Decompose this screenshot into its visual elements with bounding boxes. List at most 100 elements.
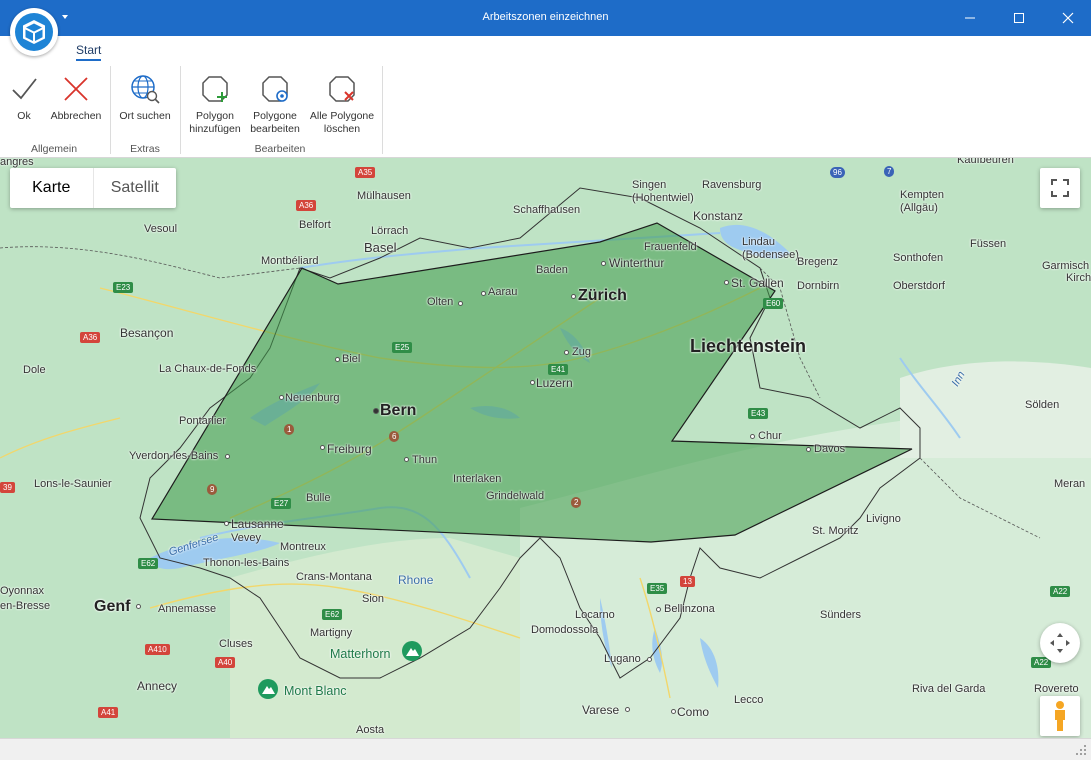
- checkmark-icon: [9, 74, 39, 104]
- map-label: Sonthofen: [893, 252, 944, 264]
- map-type-control: Karte Satellit: [10, 168, 176, 208]
- map-label: Genf: [94, 598, 131, 615]
- map-label: Lecco: [734, 694, 764, 706]
- road-shield: A35: [355, 167, 376, 178]
- map-label: Interlaken: [453, 473, 502, 485]
- title-bar: Arbeitszonen einzeichnen: [0, 0, 1091, 36]
- abbrechen-label: Abbrechen: [50, 110, 102, 122]
- fullscreen-button[interactable]: [1040, 168, 1080, 208]
- quick-access-dropdown-icon[interactable]: [60, 12, 70, 22]
- group-bearbeiten-label: Bearbeiten: [254, 143, 306, 155]
- map-type-karte-button[interactable]: Karte: [10, 168, 94, 208]
- city-marker: [647, 657, 652, 662]
- map-label: Annecy: [137, 679, 178, 693]
- map-label: Lons-le-Saunier: [34, 478, 112, 490]
- city-marker: [458, 301, 463, 306]
- map-label: Schaffhausen: [513, 204, 581, 216]
- maximize-icon: [1014, 13, 1024, 23]
- city-marker: [225, 454, 230, 459]
- map-label: Thonon-les-Bains: [203, 557, 290, 569]
- map-label: en-Bresse: [0, 600, 51, 612]
- camera-control-button[interactable]: [1040, 623, 1080, 663]
- road-shield: 39: [0, 482, 15, 493]
- city-marker: [404, 457, 409, 462]
- app-logo[interactable]: [10, 8, 58, 56]
- polygon-hinzufuegen-button[interactable]: Polygon hinzufügen: [186, 74, 244, 136]
- map-label: Zürich: [578, 287, 627, 304]
- mountain-peak-icon: [258, 679, 278, 699]
- city-marker: [136, 604, 141, 609]
- city-marker: [320, 445, 325, 450]
- map-view[interactable]: Mülhausen Belfort Vesoul Montbéliard Lör…: [0, 158, 1091, 738]
- road-shield: A36: [296, 200, 317, 211]
- map-label: Zug: [572, 346, 591, 358]
- city-marker: [750, 434, 755, 439]
- map-label: Aosta: [356, 724, 385, 736]
- alle-polygone-loeschen-button[interactable]: Alle Polygone löschen: [306, 74, 378, 136]
- map-label: Sion: [362, 593, 385, 605]
- map-label: Basel: [364, 240, 397, 255]
- map-label: Lindau (Bodensee): [742, 236, 799, 261]
- globe-search-icon: [130, 74, 160, 104]
- maximize-button[interactable]: [996, 0, 1042, 36]
- polygon-hinzufuegen-label-1: Polygon: [196, 110, 234, 122]
- polygone-bearbeiten-label-1: Polygone: [253, 110, 297, 122]
- polygon-add-icon: [200, 74, 230, 104]
- map-label: Bulle: [306, 492, 331, 504]
- map-label: Lausanne: [231, 517, 284, 531]
- pan-arrows-icon: [1050, 633, 1070, 653]
- city-marker: [656, 607, 661, 612]
- map-label: Riva del Garda: [912, 683, 986, 695]
- street-view-pegman-button[interactable]: [1040, 696, 1080, 736]
- map-label: Mont Blanc: [284, 684, 347, 698]
- city-marker: [564, 350, 569, 355]
- city-marker: [601, 261, 606, 266]
- alle-polygone-loeschen-label-2: löschen: [323, 123, 361, 135]
- map-label: Annemasse: [158, 603, 217, 615]
- minimize-icon: [965, 17, 975, 19]
- map-label: St. Moritz: [812, 525, 859, 537]
- map-label: Martigny: [310, 627, 353, 639]
- map-label: Dornbirn: [797, 280, 840, 292]
- city-marker: [671, 709, 676, 714]
- city-marker: [224, 521, 229, 526]
- map-label: Locarno: [575, 609, 615, 621]
- map-label: Kaufbeuren: [957, 158, 1014, 166]
- resize-grip-icon[interactable]: [1075, 744, 1087, 756]
- map-label: Liechtenstein: [690, 336, 807, 356]
- mountain-peak-icon: [402, 641, 422, 661]
- minimize-button[interactable]: [947, 0, 993, 36]
- abbrechen-button[interactable]: Abbrechen: [48, 74, 104, 123]
- polygon-edit-icon: [260, 74, 290, 104]
- map-label: Vevey: [231, 532, 261, 544]
- map-label: Belfort: [299, 219, 331, 231]
- polygone-bearbeiten-button[interactable]: Polygone bearbeiten: [247, 74, 303, 136]
- tab-start[interactable]: Start: [76, 43, 102, 61]
- map-label: Bern: [380, 402, 417, 419]
- map-label: Thun: [412, 454, 438, 466]
- map-type-satellit-button[interactable]: Satellit: [94, 168, 177, 208]
- road-shield: E41: [548, 364, 569, 375]
- map-label: Füssen: [970, 238, 1007, 250]
- map-label: Lugano: [604, 653, 641, 665]
- road-shield: E35: [647, 583, 668, 594]
- ort-suchen-button[interactable]: Ort suchen: [116, 74, 174, 123]
- map-label: St. Gallen: [731, 276, 784, 290]
- map-label: Vesoul: [144, 223, 178, 235]
- close-button[interactable]: [1045, 0, 1091, 36]
- map-label: Luzern: [536, 376, 573, 390]
- map-label: Como: [677, 705, 710, 719]
- map-label: Dole: [23, 364, 46, 376]
- ok-button[interactable]: Ok: [10, 74, 38, 123]
- map-label: Pontarlier: [179, 415, 227, 427]
- road-shield: E43: [748, 408, 769, 419]
- map-label: Biel: [342, 353, 361, 365]
- road-shield: A410: [145, 644, 170, 655]
- map-label: Freiburg: [327, 442, 372, 456]
- polygone-bearbeiten-label-2: bearbeiten: [250, 123, 300, 135]
- city-marker: [530, 380, 535, 385]
- map-label: Kirchen: [1066, 272, 1091, 284]
- map-label: Neuenburg: [285, 392, 340, 404]
- map-label: Winterthur: [609, 256, 665, 270]
- road-shield: E62: [322, 609, 343, 620]
